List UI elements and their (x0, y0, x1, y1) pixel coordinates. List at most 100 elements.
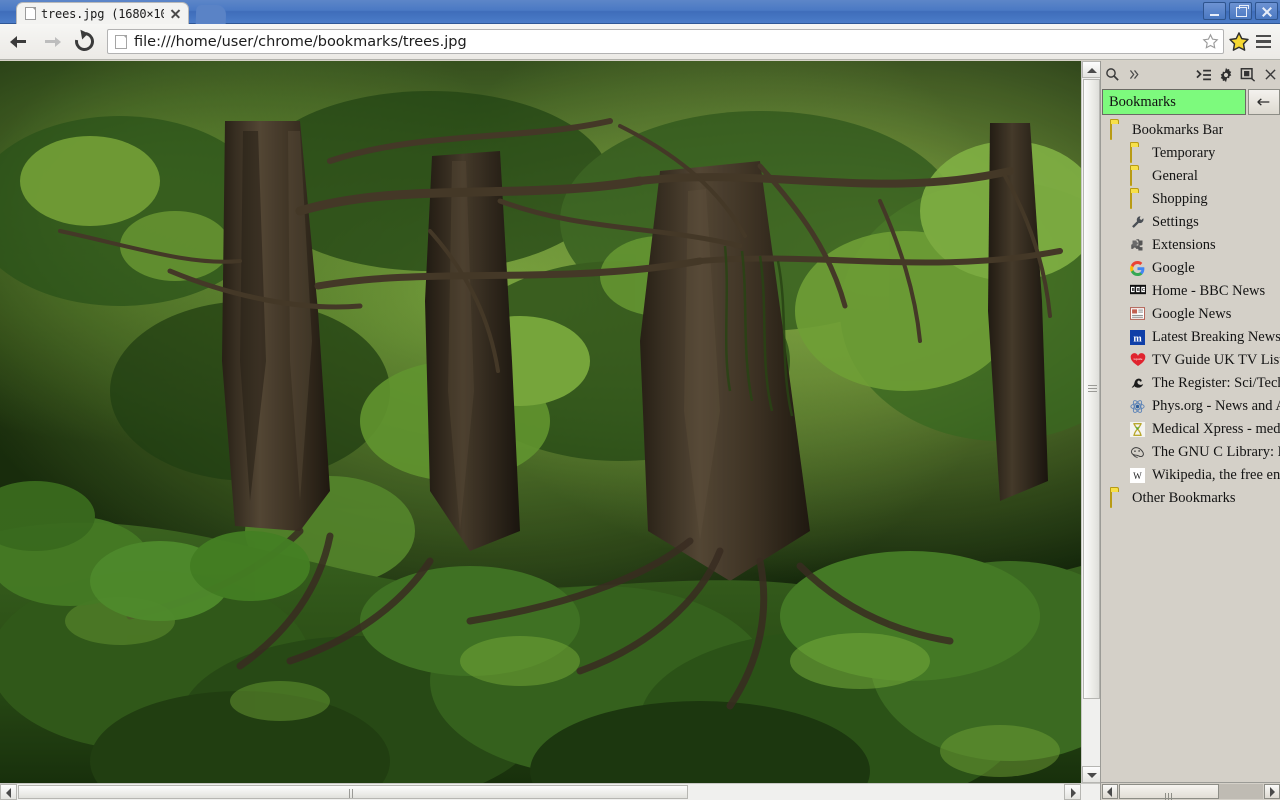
bookmark-item[interactable]: The GNU C Library: R (1101, 441, 1280, 464)
document-icon (115, 34, 127, 49)
triangle-up-icon (1086, 68, 1097, 73)
bookmark-item[interactable]: Medical Xpress - medi (1101, 418, 1280, 441)
folder-icon (1130, 167, 1146, 186)
register-icon (1130, 376, 1146, 392)
google-news-icon (1130, 306, 1146, 323)
medicalxpress-icon (1130, 421, 1146, 438)
bookmark-item[interactable]: W Wikipedia, the free enc (1101, 464, 1280, 487)
triangle-right-icon (1270, 787, 1275, 797)
browser-window: trees.jpg (1680×1050) file:///home/user/… (0, 0, 1280, 800)
sidebar-scroll-left-button[interactable] (1102, 784, 1118, 799)
bookmark-item[interactable]: m Latest Breaking News (1101, 326, 1280, 349)
scroll-up-button[interactable] (1082, 61, 1101, 78)
grip-icon (1088, 385, 1097, 393)
title-bar: trees.jpg (1680×1050) (0, 0, 1280, 24)
bookmark-manager-star-icon[interactable] (1228, 31, 1250, 53)
page-vertical-scrollbar[interactable] (1081, 61, 1101, 783)
close-icon[interactable] (1259, 64, 1280, 86)
close-button[interactable] (1255, 2, 1278, 20)
horizontal-scrollbar-thumb[interactable] (18, 785, 688, 799)
triangle-right-icon (1071, 788, 1076, 798)
sidebar-header: Bookmarks (1101, 88, 1280, 116)
forward-button[interactable] (37, 27, 66, 56)
svg-text:m: m (1133, 333, 1142, 344)
svg-text:tvguide: tvguide (1134, 356, 1143, 360)
trees-photo (0, 61, 1081, 783)
vertical-scrollbar-thumb[interactable] (1083, 79, 1100, 699)
bookmark-item[interactable]: Other Bookmarks (1101, 487, 1280, 510)
puzzle-icon (1130, 238, 1146, 254)
search-icon[interactable] (1101, 64, 1123, 86)
bookmark-item[interactable]: Settings (1101, 211, 1280, 234)
bookmark-item[interactable]: Google News (1101, 303, 1280, 326)
wrench-icon (1130, 215, 1146, 231)
bookmark-item[interactable]: General (1101, 165, 1280, 188)
sidebar-scroll-right-button[interactable] (1264, 784, 1280, 799)
bookmark-item[interactable]: Google (1101, 257, 1280, 280)
sidebar-toolbar (1101, 61, 1280, 88)
bookmark-item-label: Shopping (1152, 191, 1208, 207)
bookmark-item[interactable]: B B C Home - BBC News (1101, 280, 1280, 303)
bookmark-item-label: Medical Xpress - medi (1152, 421, 1280, 437)
bookmarks-sidebar: Bookmarks Bookmarks Bar Temporary General S… (1100, 61, 1280, 800)
sidebar-title[interactable]: Bookmarks (1102, 89, 1246, 115)
bookmark-item-label: Phys.org - News and A (1152, 398, 1280, 414)
bookmark-item[interactable]: Extensions (1101, 234, 1280, 257)
bookmark-item[interactable]: Temporary (1101, 142, 1280, 165)
back-button[interactable] (4, 27, 33, 56)
chrome-menu-icon[interactable] (1252, 30, 1274, 54)
new-tab-button[interactable] (195, 5, 227, 24)
arrow-left-icon (1257, 98, 1270, 106)
sidebar-scrollbar-track[interactable] (1119, 784, 1263, 800)
grip-icon (1165, 788, 1174, 800)
bookmark-item-label: Home - BBC News (1152, 283, 1266, 299)
bookmark-item[interactable]: Phys.org - News and A (1101, 395, 1280, 418)
grip-icon (349, 789, 357, 798)
scroll-left-button[interactable] (0, 784, 17, 800)
bookmark-item-label: Temporary (1152, 145, 1216, 161)
url-text: file:///home/user/chrome/bookmarks/trees… (134, 33, 467, 50)
folder-icon (1130, 190, 1146, 209)
bookmark-item-label: General (1152, 168, 1198, 184)
minimize-button[interactable] (1203, 2, 1226, 20)
bookmark-item-label: Extensions (1152, 237, 1216, 253)
tab-title: trees.jpg (1680×1050) (41, 6, 164, 21)
list-options-icon[interactable] (1193, 64, 1215, 86)
bookmark-item[interactable]: The Register: Sci/Tech (1101, 372, 1280, 395)
detach-icon[interactable] (1237, 64, 1259, 86)
bbc-icon: BBC (1130, 284, 1146, 300)
star-outline-icon[interactable] (1202, 33, 1219, 50)
triangle-down-icon (1086, 773, 1097, 778)
google-icon (1130, 260, 1146, 277)
bookmark-item[interactable]: Shopping (1101, 188, 1280, 211)
physorg-icon (1130, 399, 1146, 415)
reload-button[interactable] (70, 27, 99, 56)
bookmark-item-label: Google (1152, 260, 1195, 276)
sidebar-horizontal-scrollbar[interactable] (1101, 782, 1280, 800)
svg-text:B: B (1137, 287, 1140, 293)
chevrons-right-icon[interactable] (1123, 64, 1145, 86)
mirror-icon: m (1130, 329, 1146, 346)
bookmark-item[interactable]: Bookmarks Bar (1101, 119, 1280, 142)
bookmark-item-label: TV Guide UK TV List (1152, 352, 1280, 368)
bookmark-item-label: Settings (1152, 214, 1199, 230)
gear-icon[interactable] (1215, 64, 1237, 86)
page-horizontal-scrollbar[interactable] (0, 783, 1100, 800)
folder-icon (1110, 121, 1126, 140)
toolbar-right-actions (1228, 30, 1280, 54)
address-bar[interactable]: file:///home/user/chrome/bookmarks/trees… (107, 29, 1224, 54)
bookmark-item-label: Wikipedia, the free enc (1152, 467, 1280, 483)
sidebar-scrollbar-thumb[interactable] (1119, 784, 1219, 800)
bookmark-item-label: The GNU C Library: R (1152, 444, 1280, 460)
document-icon (25, 7, 36, 20)
bookmarks-tree[interactable]: Bookmarks Bar Temporary General Shopping Set… (1101, 119, 1280, 782)
bookmark-item-label: Other Bookmarks (1132, 490, 1236, 506)
sidebar-back-button[interactable] (1248, 89, 1280, 115)
scroll-down-button[interactable] (1082, 766, 1101, 783)
tab-trees-jpg[interactable]: trees.jpg (1680×1050) (16, 2, 189, 24)
restore-button[interactable] (1229, 2, 1252, 20)
scroll-right-button[interactable] (1064, 784, 1081, 800)
bookmark-item[interactable]: tvguide TV Guide UK TV List (1101, 349, 1280, 372)
close-icon[interactable] (169, 7, 182, 20)
gnu-icon (1130, 445, 1146, 461)
